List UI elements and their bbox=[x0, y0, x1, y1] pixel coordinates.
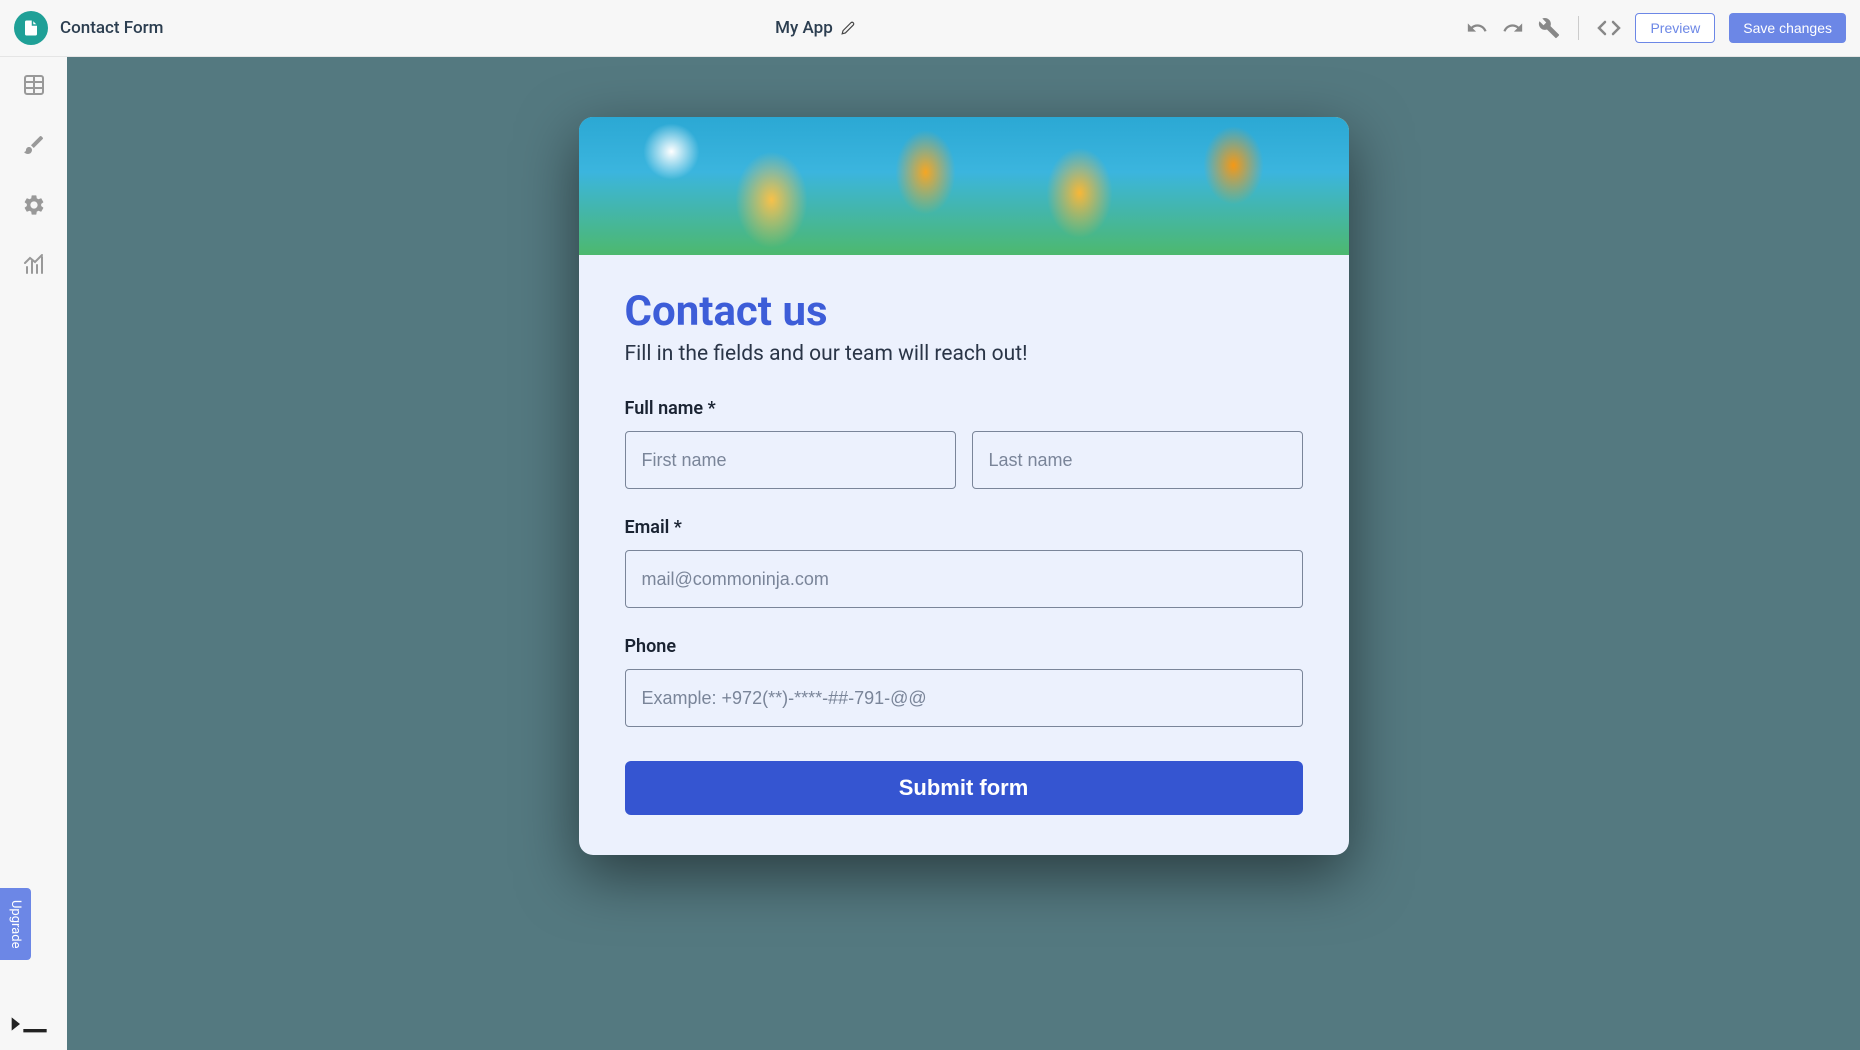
app-name[interactable]: My App bbox=[775, 18, 833, 38]
form-subtitle: Fill in the fields and our team will rea… bbox=[625, 342, 1303, 366]
logo-icon bbox=[22, 19, 40, 37]
submit-button[interactable]: Submit form bbox=[625, 761, 1303, 815]
app-logo[interactable] bbox=[14, 11, 48, 45]
email-label: Email * bbox=[625, 517, 1303, 538]
gear-icon[interactable] bbox=[22, 193, 46, 221]
undo-icon[interactable] bbox=[1466, 17, 1488, 39]
preview-button[interactable]: Preview bbox=[1635, 13, 1715, 43]
header-divider bbox=[1578, 16, 1579, 40]
code-icon[interactable] bbox=[1597, 16, 1621, 40]
field-email: Email * bbox=[625, 517, 1303, 608]
upgrade-button[interactable]: Upgrade bbox=[0, 888, 31, 960]
brush-icon[interactable] bbox=[22, 133, 46, 161]
contact-form-card: Contact us Fill in the fields and our te… bbox=[579, 117, 1349, 855]
canvas-area: Contact us Fill in the fields and our te… bbox=[67, 57, 1860, 1050]
build-icon[interactable] bbox=[1538, 17, 1560, 39]
form-title: Contact us bbox=[625, 287, 1303, 336]
analytics-icon[interactable] bbox=[22, 253, 46, 281]
edit-name-icon[interactable] bbox=[841, 21, 855, 35]
phone-label: Phone bbox=[625, 636, 1303, 657]
last-name-input[interactable] bbox=[972, 431, 1303, 489]
header-center: My App bbox=[163, 18, 1466, 38]
grid-icon[interactable] bbox=[22, 73, 46, 101]
header-right: Preview Save changes bbox=[1466, 13, 1846, 43]
form-body: Contact us Fill in the fields and our te… bbox=[579, 255, 1349, 855]
phone-input[interactable] bbox=[625, 669, 1303, 727]
page-title: Contact Form bbox=[60, 18, 163, 38]
email-input[interactable] bbox=[625, 550, 1303, 608]
full-name-label: Full name * bbox=[625, 398, 1303, 419]
form-hero-image bbox=[579, 117, 1349, 255]
left-sidebar: Upgrade bbox=[0, 57, 67, 1050]
field-phone: Phone bbox=[625, 636, 1303, 727]
main-layout: Upgrade Contact us Fill in the fields an… bbox=[0, 57, 1860, 1050]
redo-icon[interactable] bbox=[1502, 17, 1524, 39]
field-full-name: Full name * bbox=[625, 398, 1303, 489]
save-button[interactable]: Save changes bbox=[1729, 13, 1846, 43]
terminal-icon[interactable] bbox=[10, 1014, 50, 1038]
top-header: Contact Form My App Preview Save changes bbox=[0, 0, 1860, 57]
first-name-input[interactable] bbox=[625, 431, 956, 489]
